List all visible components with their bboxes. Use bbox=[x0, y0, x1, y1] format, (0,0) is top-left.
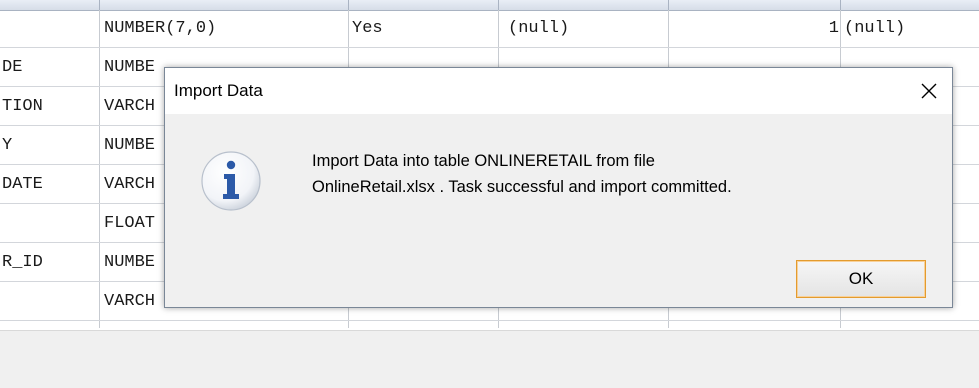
empty-panel-area bbox=[0, 330, 979, 388]
column-name-cell: Y bbox=[2, 136, 13, 155]
column-id-cell: 1 bbox=[828, 19, 839, 38]
data-type-cell: NUMBER(7,0) bbox=[104, 19, 217, 38]
column-name-cell bbox=[0, 284, 100, 320]
column-header-strip bbox=[0, 0, 979, 11]
table-row[interactable]: NUMBER(7,0) Yes (null) 1 (null) bbox=[0, 11, 979, 48]
close-icon bbox=[921, 83, 937, 99]
dialog-titlebar[interactable]: Import Data bbox=[165, 68, 952, 114]
import-data-dialog: Import Data Import Data into table ONLIN… bbox=[164, 67, 953, 308]
ok-button[interactable]: OK bbox=[796, 260, 926, 298]
message-line-2: OnlineRetail.xlsx . Task successful and … bbox=[312, 178, 732, 196]
column-name-cell: TION bbox=[2, 97, 43, 116]
nullable-cell: Yes bbox=[352, 19, 383, 38]
info-icon bbox=[201, 151, 261, 211]
default-cell: (null) bbox=[508, 19, 570, 38]
close-button[interactable] bbox=[906, 68, 952, 114]
dialog-title: Import Data bbox=[174, 81, 263, 100]
message-line-1: Import Data into table ONLINERETAIL from… bbox=[312, 152, 655, 170]
column-name-cell: R_ID bbox=[2, 253, 43, 272]
column-name-cell bbox=[0, 206, 100, 242]
dialog-message: Import Data into table ONLINERETAIL from… bbox=[312, 148, 912, 200]
comments-cell: (null) bbox=[844, 19, 906, 38]
column-name-cell: DATE bbox=[2, 175, 43, 194]
column-name-cell bbox=[0, 11, 100, 47]
column-name-cell: DE bbox=[2, 58, 23, 77]
